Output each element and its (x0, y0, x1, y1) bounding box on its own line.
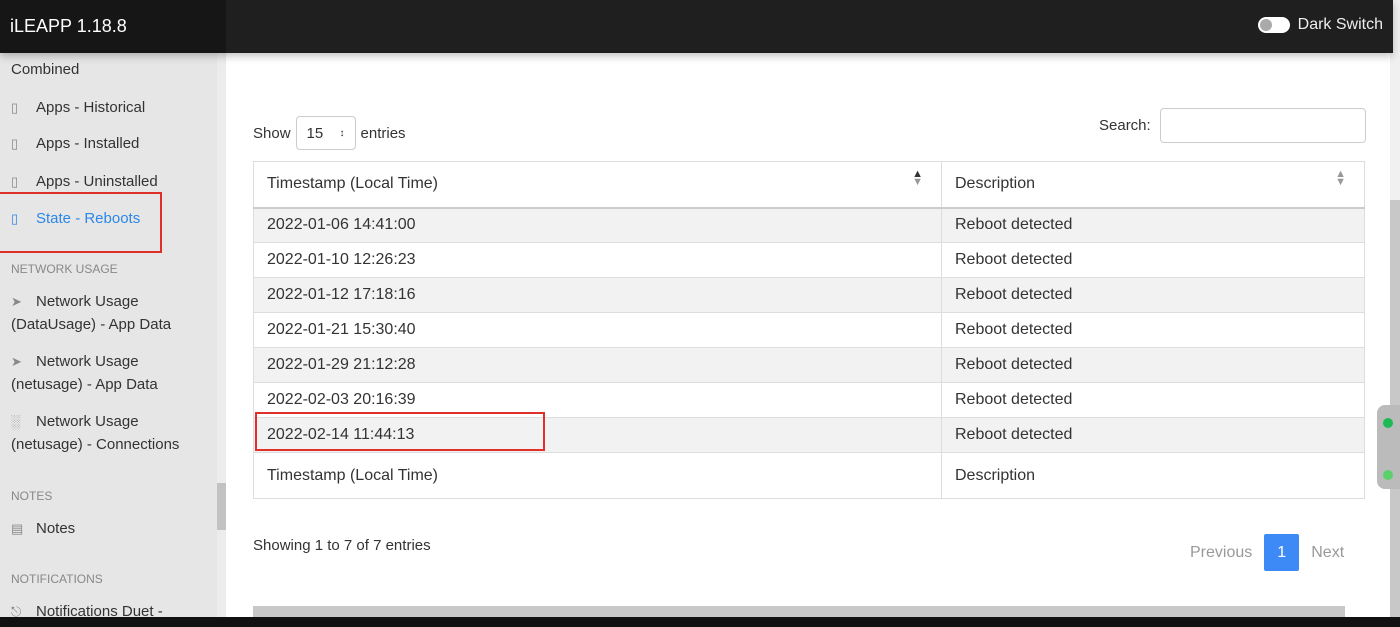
table-row[interactable]: 2022-01-12 17:18:16 Reboot detected (253, 277, 1365, 313)
bell-icon: ⎋ (11, 604, 22, 617)
sidebar: Combined ▯ Apps - Historical ▯ Apps - Inst… (0, 53, 217, 617)
section-notes: NOTES (11, 489, 53, 503)
description-cell: Reboot detected (941, 277, 1365, 313)
app-title: iLEAPP 1.18.8 (0, 0, 226, 53)
sidebar-scrollbar-thumb[interactable] (217, 483, 226, 530)
timestamp-cell: 2022-01-12 17:18:16 (253, 277, 942, 313)
pagination: Previous 1 Next (1190, 534, 1344, 571)
clipboard-icon: ▯ (11, 136, 19, 151)
sidebar-item-apps-installed[interactable]: ▯ Apps - Installed (11, 132, 139, 155)
status-dot-icon (1383, 470, 1393, 480)
footer-timestamp: Timestamp (Local Time) (253, 452, 942, 499)
top-bar: iLEAPP 1.18.8 Dark Switch (0, 0, 1393, 53)
section-network-usage: NETWORK USAGE (11, 262, 118, 276)
description-cell: Reboot detected (941, 312, 1365, 348)
footer-description: Description (941, 452, 1365, 499)
entries-control: Show 15 ↕ entries (253, 116, 406, 150)
sidebar-item-notifications-duet[interactable]: ⎋ Notifications Duet - (11, 600, 163, 617)
file-text-icon: ▤ (11, 521, 24, 536)
clipboard-icon: ▯ (11, 174, 19, 189)
sidebar-item-notes[interactable]: ▤ Notes (11, 517, 75, 540)
highlight-box (0, 192, 162, 253)
sidebar-item-netusage-connections[interactable]: ░ Network Usage (netusage) - Connections (11, 410, 179, 456)
timestamp-cell: 2022-01-10 12:26:23 (253, 242, 942, 278)
sidebar-item-combined[interactable]: Combined (11, 58, 79, 81)
description-cell: Reboot detected (941, 242, 1365, 278)
dark-switch-label: Dark Switch (1297, 16, 1383, 33)
section-notifications: NOTIFICATIONS (11, 572, 103, 586)
table-row[interactable]: 2022-01-10 12:26:23 Reboot detected (253, 242, 1365, 278)
toggle-icon[interactable] (1257, 17, 1290, 33)
sidebar-item-netusage-app-data[interactable]: ➤ Network Usage (netusage) - App Data (11, 350, 158, 396)
description-cell: Reboot detected (941, 417, 1365, 453)
description-cell: Reboot detected (941, 382, 1365, 418)
timestamp-cell: 2022-01-21 15:30:40 (253, 312, 942, 348)
table-row[interactable]: 2022-01-29 21:12:28 Reboot detected (253, 347, 1365, 383)
timestamp-cell: 2022-01-29 21:12:28 (253, 347, 942, 383)
sidebar-item-apps-uninstalled[interactable]: ▯ Apps - Uninstalled (11, 170, 158, 193)
next-button[interactable]: Next (1311, 544, 1344, 562)
search-input[interactable] (1159, 108, 1366, 143)
status-dot-icon (1383, 418, 1393, 428)
table-info: Showing 1 to 7 of 7 entries (253, 537, 431, 554)
description-cell: Reboot detected (941, 347, 1365, 383)
sort-icon: ▲ ▼ (1335, 168, 1346, 188)
clipboard-icon: ▯ (11, 100, 19, 115)
table-row[interactable]: 2022-01-21 15:30:40 Reboot detected (253, 312, 1365, 348)
description-cell: Reboot detected (941, 207, 1365, 243)
column-header-timestamp[interactable]: Timestamp (Local Time) ▲ ▼ (253, 161, 942, 209)
send-icon: ➤ (11, 354, 22, 369)
column-header-description[interactable]: Description ▲ ▼ (941, 161, 1365, 209)
sort-icon: ▲ ▼ (912, 168, 923, 188)
entries-select[interactable]: 15 ↕ (295, 116, 356, 150)
bar-chart-icon: ░ (11, 414, 21, 429)
horizontal-scrollbar[interactable] (253, 606, 1345, 617)
dark-switch[interactable]: Dark Switch (1257, 16, 1383, 34)
highlight-box (255, 412, 545, 451)
page-1-button[interactable]: 1 (1264, 534, 1300, 571)
table-row[interactable]: 2022-01-06 14:41:00 Reboot detected (253, 207, 1365, 243)
search-control: Search: (1099, 108, 1366, 143)
chevron-updown-icon: ↕ (339, 127, 345, 139)
previous-button[interactable]: Previous (1190, 544, 1252, 562)
sidebar-scrollbar[interactable] (217, 53, 226, 617)
sidebar-item-apps-historical[interactable]: ▯ Apps - Historical (11, 96, 145, 119)
timestamp-cell: 2022-01-06 14:41:00 (253, 207, 942, 243)
sidebar-item-network-datausage[interactable]: ➤ Network Usage (DataUsage) - App Data (11, 290, 171, 336)
send-icon: ➤ (11, 294, 22, 309)
bottom-edge (0, 617, 1400, 627)
